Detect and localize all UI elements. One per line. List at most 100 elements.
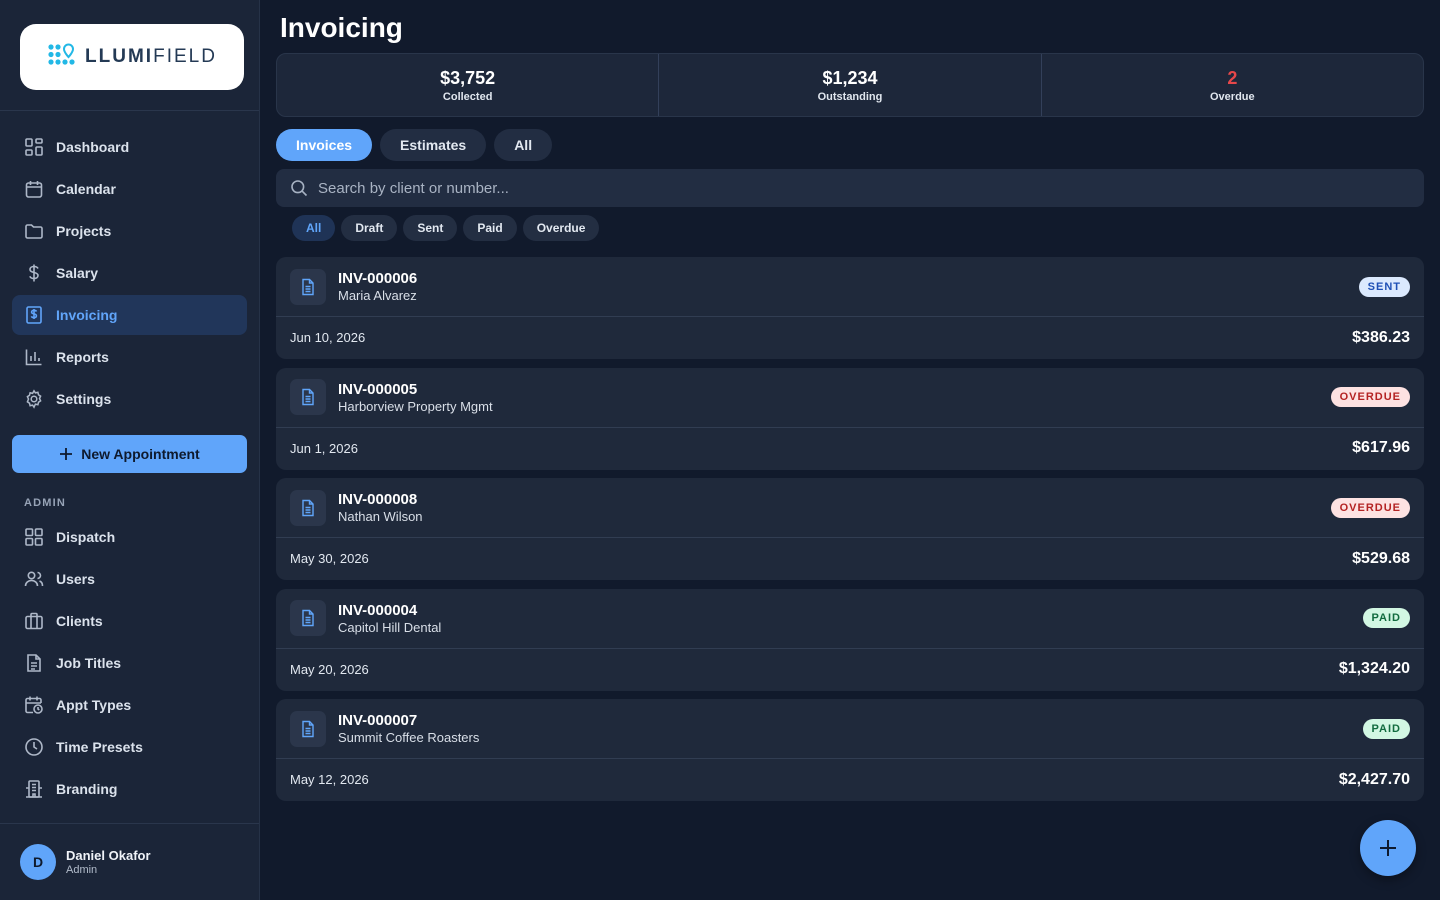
stat-value: $1,234	[822, 67, 878, 88]
sidebar-item-label: Salary	[56, 265, 99, 281]
sidebar-item-settings[interactable]: Settings	[12, 379, 247, 419]
document-icon	[290, 710, 326, 747]
sidebar-item-calendar[interactable]: Calendar	[12, 169, 247, 209]
sidebar-item-label: Appt Types	[56, 697, 132, 713]
sidebar-item-projects[interactable]: Projects	[12, 211, 247, 251]
admin-nav: Dispatch Users Clients Job Titles Appt T…	[0, 517, 259, 809]
invoice-amount: $1,324.20	[1338, 660, 1410, 677]
invoice-date: May 30, 2026	[290, 551, 369, 566]
invoice-number: INV-000005	[338, 380, 418, 398]
sidebar-item-label: Job Titles	[56, 655, 122, 671]
search-icon	[291, 180, 308, 197]
new-appointment-button[interactable]: New Appointment	[12, 435, 247, 473]
document-icon	[290, 489, 326, 526]
document-icon	[24, 653, 44, 673]
status-badge: OVERDUE	[1330, 387, 1410, 407]
stat-label: Overdue	[1210, 90, 1255, 103]
client-name: Harborview Property Mgmt	[338, 398, 493, 414]
tab-estimates[interactable]: Estimates	[380, 129, 487, 161]
sidebar-item-label: Clients	[56, 613, 103, 629]
clock-icon	[24, 737, 44, 757]
sidebar-item-label: Invoicing	[56, 307, 118, 323]
sidebar-item-reports[interactable]: Reports	[12, 337, 247, 377]
plus-icon	[60, 448, 73, 460]
filter-paid[interactable]: Paid	[463, 215, 517, 241]
document-icon	[290, 600, 326, 636]
invoice-number: INV-000004	[338, 601, 418, 619]
sidebar-item-dashboard[interactable]: Dashboard	[12, 127, 247, 167]
invoice-card[interactable]: INV-000007 Summit Coffee Roasters PAID M…	[276, 699, 1424, 801]
invoice-number: INV-000008	[338, 491, 418, 508]
filter-overdue[interactable]: Overdue	[522, 215, 600, 241]
filter-sent[interactable]: Sent	[403, 215, 458, 241]
stats-bar: $3,752 Collected $1,234 Outstanding 2 Ov…	[276, 53, 1424, 117]
grid-icon	[24, 527, 44, 547]
plus-icon	[1380, 840, 1396, 856]
dollar-icon	[24, 263, 44, 283]
tab-invoices[interactable]: Invoices	[276, 129, 373, 161]
calendar-icon	[24, 179, 44, 199]
document-icon	[290, 379, 326, 415]
grid-icon	[24, 137, 44, 157]
invoice-card[interactable]: INV-000006 Maria Alvarez SENT Jun 10, 20…	[276, 257, 1424, 359]
client-name: Maria Alvarez	[338, 288, 417, 303]
sidebar-item-users[interactable]: Users	[12, 559, 247, 599]
page-title: Invoicing	[280, 12, 403, 43]
tab-all[interactable]: All	[494, 129, 553, 161]
status-badge: PAID	[1362, 718, 1410, 739]
user-profile[interactable]: D Daniel Okafor Admin	[0, 823, 259, 900]
filter-draft[interactable]: Draft	[341, 215, 398, 241]
status-badge: SENT	[1358, 276, 1410, 297]
invoice-card[interactable]: INV-000005 Harborview Property Mgmt OVER…	[276, 367, 1424, 470]
main-nav: Dashboard Calendar Projects Salary Invoi…	[0, 111, 259, 419]
sidebar-item-invoicing[interactable]: Invoicing	[12, 295, 247, 335]
add-invoice-button[interactable]	[1360, 820, 1416, 876]
invoice-amount: $529.68	[1352, 549, 1410, 567]
invoice-card[interactable]: INV-000004 Capitol Hill Dental PAID May …	[276, 588, 1424, 691]
client-name: Nathan Wilson	[338, 509, 423, 524]
sidebar-item-dispatch[interactable]: Dispatch	[12, 517, 247, 557]
new-appointment-label: New Appointment	[81, 446, 200, 462]
brand-logo[interactable]: LLUMIFIELD	[20, 24, 244, 90]
sidebar-item-label: Projects	[56, 223, 112, 239]
sidebar-item-label: Calendar	[56, 181, 116, 197]
briefcase-icon	[24, 611, 44, 631]
client-name: Capitol Hill Dental	[338, 619, 442, 635]
document-type-tabs: Invoices Estimates All	[276, 129, 1424, 161]
invoice-icon	[24, 305, 44, 325]
stat-value: $3,752	[440, 67, 496, 88]
filter-all[interactable]: All	[292, 215, 336, 241]
sidebar-item-salary[interactable]: Salary	[12, 253, 247, 293]
sidebar-item-label: Time Presets	[56, 739, 143, 755]
client-name: Summit Coffee Roasters	[338, 730, 480, 745]
logo-area: LLUMIFIELD	[0, 0, 259, 111]
stat-overdue: 2 Overdue	[1042, 54, 1423, 116]
sidebar-item-time-presets[interactable]: Time Presets	[12, 727, 247, 767]
folder-icon	[24, 221, 44, 241]
sidebar-item-appt-types[interactable]: Appt Types	[12, 685, 247, 725]
avatar: D	[20, 844, 56, 880]
stat-collected: $3,752 Collected	[277, 54, 660, 116]
sidebar: LLUMIFIELD Dashboard Calendar Projects S…	[0, 0, 260, 900]
sidebar-item-job-titles[interactable]: Job Titles	[12, 643, 247, 683]
building-icon	[24, 779, 44, 799]
invoice-date: Jun 1, 2026	[290, 440, 358, 456]
sidebar-item-label: Reports	[56, 349, 109, 365]
invoice-date: May 20, 2026	[290, 661, 369, 677]
users-icon	[24, 569, 44, 589]
admin-section-label: ADMIN	[24, 497, 67, 509]
sidebar-item-label: Settings	[56, 391, 112, 407]
invoice-list: INV-000006 Maria Alvarez SENT Jun 10, 20…	[276, 257, 1424, 801]
status-filters: All Draft Sent Paid Overdue	[292, 215, 1424, 241]
search-input[interactable]	[318, 179, 1424, 197]
user-role: Admin	[66, 864, 98, 876]
gear-icon	[24, 389, 44, 409]
invoice-amount: $2,427.70	[1338, 770, 1410, 788]
invoice-date: May 12, 2026	[290, 772, 369, 787]
main-content: Invoicing $3,752 Collected $1,234 Outsta…	[276, 0, 1424, 810]
invoice-card[interactable]: INV-000008 Nathan Wilson OVERDUE May 30,…	[276, 478, 1424, 580]
sidebar-item-label: Branding	[56, 781, 118, 797]
sidebar-item-branding[interactable]: Branding	[12, 769, 247, 809]
sidebar-item-label: Dispatch	[56, 529, 116, 545]
sidebar-item-clients[interactable]: Clients	[12, 601, 247, 641]
